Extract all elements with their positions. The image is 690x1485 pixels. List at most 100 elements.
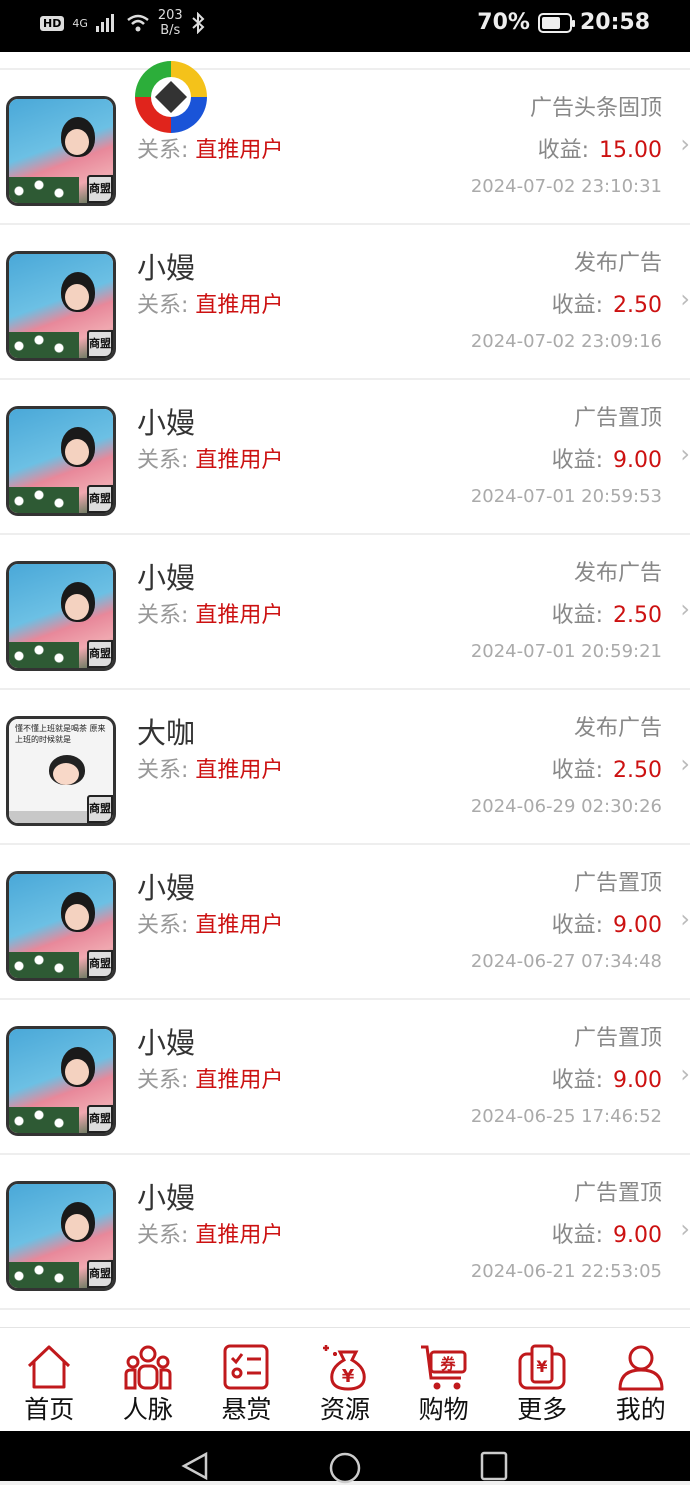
user-name: 小嫚 xyxy=(137,871,196,905)
chevron-right-icon: › xyxy=(680,130,690,158)
tab-reward[interactable]: 悬赏 xyxy=(197,1328,296,1431)
user-name: 小嫚 xyxy=(137,251,196,285)
relation-label: 关系: xyxy=(137,138,189,163)
user-name: 小嫚 xyxy=(137,1181,196,1215)
tab-resources[interactable]: ¥ 资源 xyxy=(296,1328,395,1431)
earning: 收益: 2.50 xyxy=(552,597,662,629)
system-nav-bar xyxy=(0,1431,690,1484)
relation: 关系: 直推用户 xyxy=(137,597,283,629)
earning-label: 收益: xyxy=(551,293,604,318)
timestamp: 2024-06-29 02:30:26 xyxy=(470,796,662,817)
relation-label: 关系: xyxy=(137,1068,189,1093)
timestamp: 2024-07-01 20:59:53 xyxy=(470,486,662,507)
relation-label: 关系: xyxy=(137,603,189,628)
reward-icon xyxy=(223,1344,269,1390)
avatar: 商盟 xyxy=(6,1026,116,1136)
timestamp: 2024-07-02 23:09:16 xyxy=(470,331,662,352)
earning: 收益: 9.00 xyxy=(552,1217,662,1249)
earning-type: 发布广告 xyxy=(573,561,662,586)
list-item[interactable]: 商盟 小嫚 关系: 直推用户 广告置顶 收益: 9.00 2024-06-25 1… xyxy=(0,1000,690,1155)
battery-icon xyxy=(537,12,575,33)
earning-value: 2.50 xyxy=(613,603,662,628)
tab-home[interactable]: 首页 xyxy=(0,1328,99,1431)
home-icon xyxy=(28,1345,71,1389)
avatar-badge: 商盟 xyxy=(87,1260,113,1288)
relation: 关系: 直推用户 xyxy=(137,132,283,164)
relation-value: 直推用户 xyxy=(195,138,284,163)
earning-value: 9.00 xyxy=(613,1223,662,1248)
tab-mine[interactable]: 我的 xyxy=(591,1328,690,1431)
tab-reward-label: 悬赏 xyxy=(221,1395,272,1424)
tab-shopping[interactable]: 券 购物 xyxy=(394,1328,493,1431)
list-item[interactable]: 商盟 小嫚 关系: 直推用户 广告置顶 收益: 9.00 2024-06-21 2… xyxy=(0,1155,690,1310)
status-bar: HD 4G 203 B/s 70% 20:58 xyxy=(0,0,690,52)
list-item[interactable]: 懂不懂上班就是喝茶 原来上班的时候就是 商盟 大咖 关系: 直推用户 发布广告 … xyxy=(0,690,690,845)
list-item[interactable]: 商盟 小嫚 关系: 直推用户 发布广告 收益: 2.50 2024-07-02 2… xyxy=(0,225,690,380)
timestamp: 2024-06-25 17:46:52 xyxy=(470,1106,662,1127)
relation-value: 直推用户 xyxy=(195,448,284,473)
timestamp: 2024-07-01 20:59:21 xyxy=(470,641,662,662)
floating-app-logo-icon[interactable] xyxy=(133,59,209,135)
speed-value: 203 xyxy=(157,8,183,23)
svg-text:券: 券 xyxy=(440,1355,456,1373)
earning-value: 15.00 xyxy=(599,138,662,163)
earning-label: 收益: xyxy=(551,1223,604,1248)
battery-percent: 70% xyxy=(477,10,530,35)
relation-value: 直推用户 xyxy=(195,758,284,783)
avatar: 商盟 xyxy=(6,406,116,516)
relation-label: 关系: xyxy=(137,758,189,783)
earning-label: 收益: xyxy=(551,603,604,628)
earning-type: 发布广告 xyxy=(573,716,662,741)
earning-label: 收益: xyxy=(537,138,590,163)
relation: 关系: 直推用户 xyxy=(137,442,283,474)
home-circle-icon[interactable] xyxy=(328,1451,362,1485)
earning: 收益: 9.00 xyxy=(552,442,662,474)
network-type: 4G xyxy=(72,16,88,30)
chevron-right-icon: › xyxy=(680,1060,690,1088)
tab-contacts[interactable]: 人脉 xyxy=(99,1328,198,1431)
chevron-right-icon: › xyxy=(680,1215,690,1243)
tab-resources-label: 资源 xyxy=(320,1395,371,1424)
earning: 收益: 9.00 xyxy=(552,907,662,939)
earning: 收益: 9.00 xyxy=(552,1062,662,1094)
list-item[interactable]: 商盟 关系: 直推用户 广告头条固顶 收益: 15.00 2024-07-02 2… xyxy=(0,70,690,225)
avatar: 商盟 xyxy=(6,251,116,361)
avatar-badge: 商盟 xyxy=(87,950,113,978)
earning-value: 9.00 xyxy=(613,913,662,938)
avatar-badge: 商盟 xyxy=(87,640,113,668)
relation: 关系: 直推用户 xyxy=(137,907,283,939)
relation-value: 直推用户 xyxy=(195,1223,284,1248)
chevron-right-icon: › xyxy=(680,905,690,933)
recents-icon[interactable] xyxy=(480,1451,508,1481)
avatar-badge: 商盟 xyxy=(87,1105,113,1133)
svg-text:¥: ¥ xyxy=(537,1357,548,1376)
network-speed: 203 B/s xyxy=(158,8,183,38)
list-item[interactable]: 商盟 小嫚 关系: 直推用户 广告置顶 收益: 9.00 2024-07-01 2… xyxy=(0,380,690,535)
avatar: 懂不懂上班就是喝茶 原来上班的时候就是 商盟 xyxy=(6,716,116,826)
earning: 收益: 15.00 xyxy=(538,132,662,164)
relation-label: 关系: xyxy=(137,293,189,318)
status-left: HD 4G 203 B/s xyxy=(40,8,205,38)
list-item[interactable]: 商盟 小嫚 关系: 直推用户 广告置顶 收益: 9.00 2024-06-27 0… xyxy=(0,845,690,1000)
timestamp: 2024-06-27 07:34:48 xyxy=(470,951,662,972)
back-icon[interactable] xyxy=(180,1451,210,1481)
earning-label: 收益: xyxy=(551,448,604,473)
wallet-icon: ¥ xyxy=(518,1344,566,1390)
avatar: 商盟 xyxy=(6,1181,116,1291)
relation-value: 直推用户 xyxy=(195,293,284,318)
earning-label: 收益: xyxy=(551,1068,604,1093)
tab-more[interactable]: ¥ 更多 xyxy=(493,1328,592,1431)
earnings-list[interactable]: 商盟 关系: 直推用户 广告头条固顶 收益: 15.00 2024-07-02 2… xyxy=(0,52,690,1327)
chevron-right-icon: › xyxy=(680,750,690,778)
relation: 关系: 直推用户 xyxy=(137,1217,283,1249)
chevron-right-icon: › xyxy=(680,285,690,313)
list-top-divider xyxy=(0,52,690,70)
chevron-right-icon: › xyxy=(680,440,690,468)
earning-value: 2.50 xyxy=(613,758,662,783)
user-name: 小嫚 xyxy=(137,561,196,595)
timestamp: 2024-07-02 23:10:31 xyxy=(470,176,662,197)
relation-value: 直推用户 xyxy=(195,913,284,938)
user-name: 小嫚 xyxy=(137,406,196,440)
speed-unit: B/s xyxy=(160,23,181,38)
list-item[interactable]: 商盟 小嫚 关系: 直推用户 发布广告 收益: 2.50 2024-07-01 2… xyxy=(0,535,690,690)
